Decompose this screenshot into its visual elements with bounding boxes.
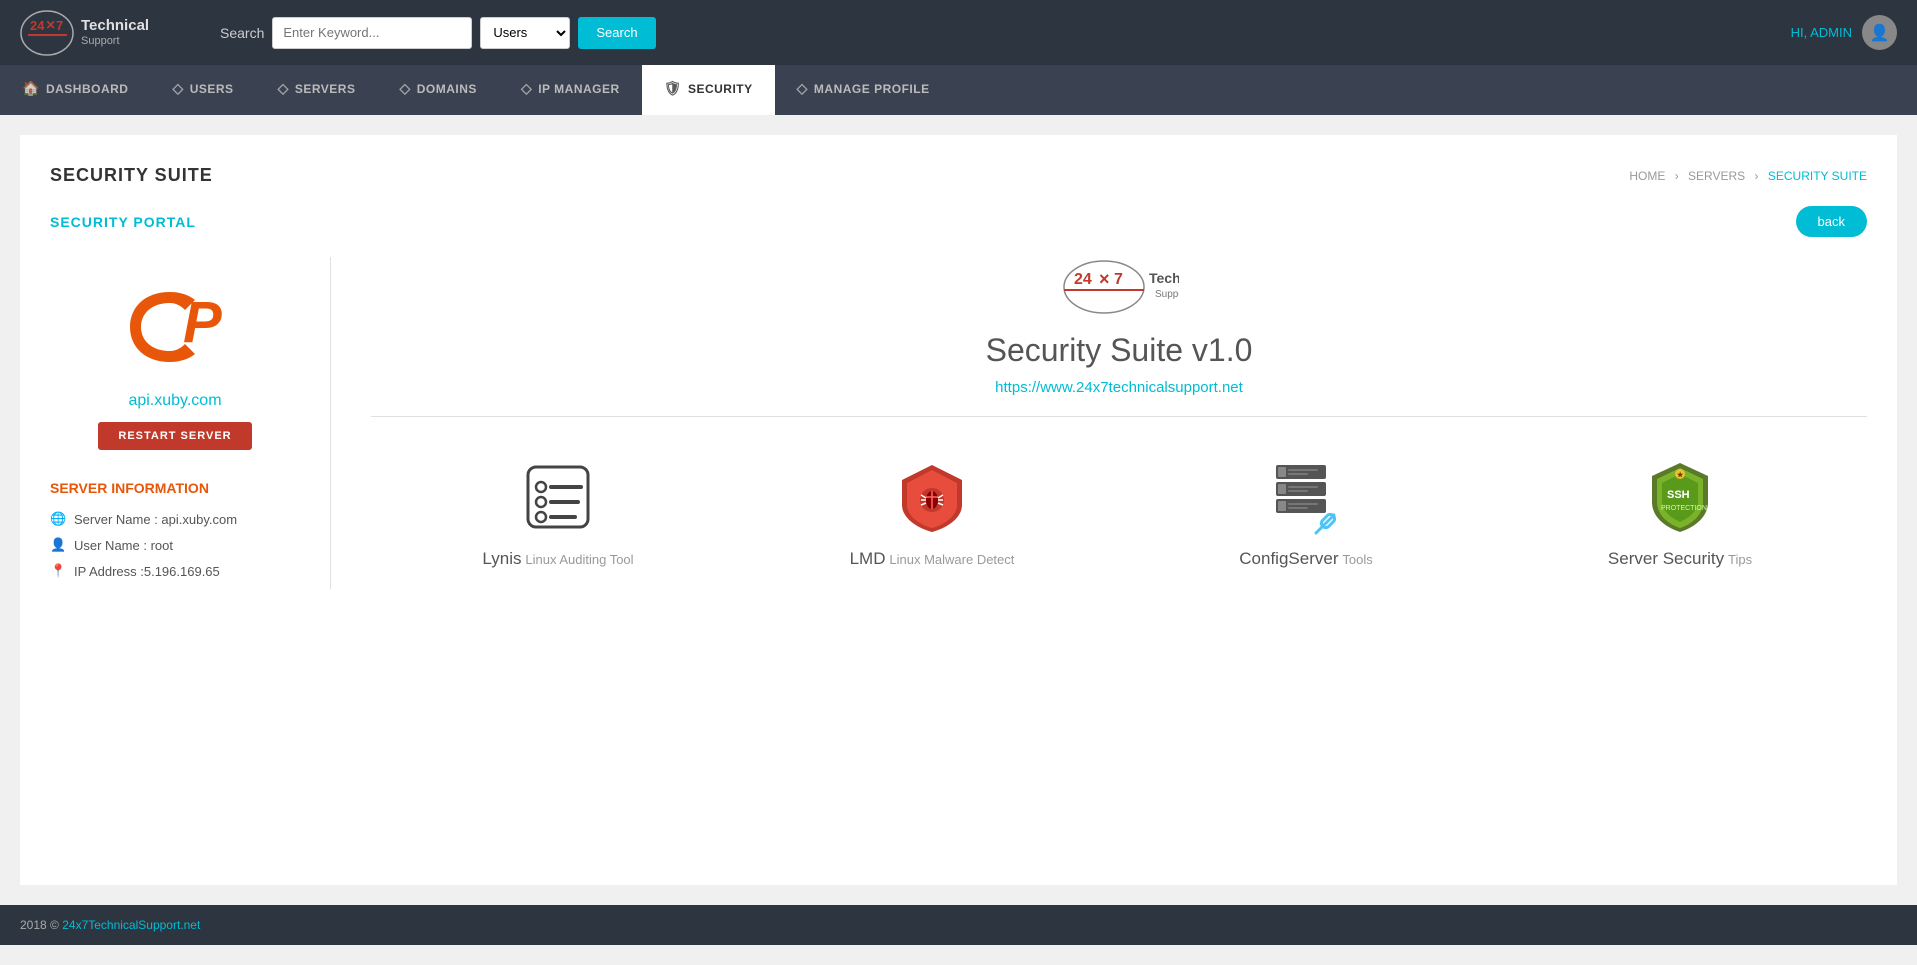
svg-text:★: ★ xyxy=(1677,471,1684,479)
nav-item-domains[interactable]: ◇ DOMAINS xyxy=(377,65,498,115)
greeting-label: HI, ADMIN xyxy=(1791,25,1852,40)
nav-item-manage-profile[interactable]: ◇ MANAGE PROFILE xyxy=(775,65,952,115)
server-security-icon: SSH PROTECTION ★ xyxy=(1645,460,1715,535)
search-input[interactable] xyxy=(272,17,472,49)
back-button[interactable]: back xyxy=(1796,206,1867,237)
footer-link[interactable]: 24x7TechnicalSupport.net xyxy=(62,918,200,932)
search-type-select[interactable]: Users Servers Domains xyxy=(480,17,570,49)
servers-icon: ◇ xyxy=(278,80,289,97)
left-panel: P api.xuby.com RESTART SERVER SERVER INF… xyxy=(50,257,330,589)
lynis-label: Lynis Linux Auditing Tool xyxy=(468,549,648,569)
ip-address-icon: 📍 xyxy=(50,563,66,579)
cpanel-logo: P xyxy=(50,277,300,377)
manage-profile-icon: ◇ xyxy=(797,80,808,97)
server-domain: api.xuby.com xyxy=(50,392,300,410)
nav-item-servers[interactable]: ◇ SERVERS xyxy=(256,65,378,115)
svg-text:24: 24 xyxy=(1074,271,1092,288)
svg-text:×: × xyxy=(46,17,55,34)
security-icon: 🛡 xyxy=(664,80,682,97)
header-right: HI, ADMIN 👤 xyxy=(1791,15,1897,50)
breadcrumb-servers[interactable]: SERVERS xyxy=(1688,169,1745,183)
ip-address-item: 📍 IP Address :5.196.169.65 xyxy=(50,563,300,579)
svg-text:Support: Support xyxy=(1155,289,1179,300)
logo-text: Technical Support xyxy=(81,17,149,48)
nav-item-users[interactable]: ◇ USERS xyxy=(150,65,255,115)
content-body: P api.xuby.com RESTART SERVER SERVER INF… xyxy=(50,257,1867,589)
suite-title: Security Suite v1.0 xyxy=(371,332,1867,369)
lmd-label: LMD Linux Malware Detect xyxy=(842,549,1022,569)
logo-area: 24 × 7 Technical Support xyxy=(20,8,180,58)
right-panel: 24 × 7 Technical Support Security Suite … xyxy=(330,257,1867,589)
svg-text:7: 7 xyxy=(56,18,63,33)
search-area: Search Users Servers Domains Search xyxy=(220,17,656,49)
user-name-icon: 👤 xyxy=(50,537,66,553)
brand-center: 24 × 7 Technical Support Security Suite … xyxy=(371,257,1867,396)
nav-item-dashboard[interactable]: 🏠 DASHBOARD xyxy=(0,65,150,115)
header: 24 × 7 Technical Support Search Users Se… xyxy=(0,0,1917,65)
svg-text:×: × xyxy=(1099,269,1110,289)
svg-text:PROTECTION: PROTECTION xyxy=(1661,505,1707,512)
configserver-label: ConfigServer Tools xyxy=(1216,549,1396,569)
configserver-icon-wrapper xyxy=(1266,457,1346,537)
lmd-icon-wrapper xyxy=(892,457,972,537)
server-name-icon: 🌐 xyxy=(50,511,66,527)
breadcrumb: HOME › SERVERS › SECURITY SUITE xyxy=(1629,169,1867,183)
svg-text:Technical: Technical xyxy=(1149,270,1179,286)
tools-grid: Lynis Linux Auditing Tool xyxy=(371,437,1867,589)
svg-text:7: 7 xyxy=(1114,271,1123,288)
svg-text:P: P xyxy=(183,290,222,355)
brand-logo: 24 × 7 Technical Support xyxy=(371,257,1867,317)
main-nav: 🏠 DASHBOARD ◇ USERS ◇ SERVERS ◇ DOMAINS … xyxy=(0,65,1917,115)
page-title-row: SECURITY SUITE HOME › SERVERS › SECURITY… xyxy=(50,165,1867,186)
users-icon: ◇ xyxy=(172,80,183,97)
lynis-icon-wrapper xyxy=(518,457,598,537)
main-content: SECURITY SUITE HOME › SERVERS › SECURITY… xyxy=(20,135,1897,885)
nav-item-security[interactable]: 🛡 SECURITY xyxy=(642,65,775,115)
tool-configserver[interactable]: ConfigServer Tools xyxy=(1216,457,1396,569)
lynis-icon xyxy=(523,462,593,532)
breadcrumb-home[interactable]: HOME xyxy=(1629,169,1665,183)
footer-copyright: 2018 © xyxy=(20,918,59,932)
breadcrumb-current: SECURITY SUITE xyxy=(1768,169,1867,183)
lmd-icon xyxy=(897,460,967,535)
avatar: 👤 xyxy=(1862,15,1897,50)
ip-manager-icon: ◇ xyxy=(521,80,532,97)
server-security-label: Server Security Tips xyxy=(1590,549,1770,569)
content-divider xyxy=(371,416,1867,417)
server-name-item: 🌐 Server Name : api.xuby.com xyxy=(50,511,300,527)
tool-server-security[interactable]: SSH PROTECTION ★ Server Security Tips xyxy=(1590,457,1770,569)
logo-icon: 24 × 7 xyxy=(20,8,75,58)
cpanel-logo-icon: P xyxy=(115,277,235,377)
page-title: SECURITY SUITE xyxy=(50,165,213,186)
dashboard-icon: 🏠 xyxy=(22,80,40,97)
tool-lmd[interactable]: LMD Linux Malware Detect xyxy=(842,457,1022,569)
user-name-item: 👤 User Name : root xyxy=(50,537,300,553)
domains-icon: ◇ xyxy=(399,80,410,97)
svg-text:SSH: SSH xyxy=(1667,489,1690,501)
nav-item-ip-manager[interactable]: ◇ IP MANAGER xyxy=(499,65,642,115)
security-portal-label: SECURITY PORTAL xyxy=(50,214,196,230)
svg-text:24: 24 xyxy=(30,18,45,33)
server-security-icon-wrapper: SSH PROTECTION ★ xyxy=(1640,457,1720,537)
suite-url[interactable]: https://www.24x7technicalsupport.net xyxy=(371,379,1867,396)
tool-lynis[interactable]: Lynis Linux Auditing Tool xyxy=(468,457,648,569)
search-button[interactable]: Search xyxy=(578,17,655,49)
server-info-title: SERVER INFORMATION xyxy=(50,480,300,496)
restart-server-button[interactable]: RESTART SERVER xyxy=(98,422,251,450)
search-label: Search xyxy=(220,25,264,41)
brand-logo-icon: 24 × 7 Technical Support xyxy=(1059,257,1179,317)
footer: 2018 © 24x7TechnicalSupport.net xyxy=(0,905,1917,945)
configserver-icon xyxy=(1266,460,1346,535)
security-portal-header: SECURITY PORTAL back xyxy=(50,206,1867,237)
